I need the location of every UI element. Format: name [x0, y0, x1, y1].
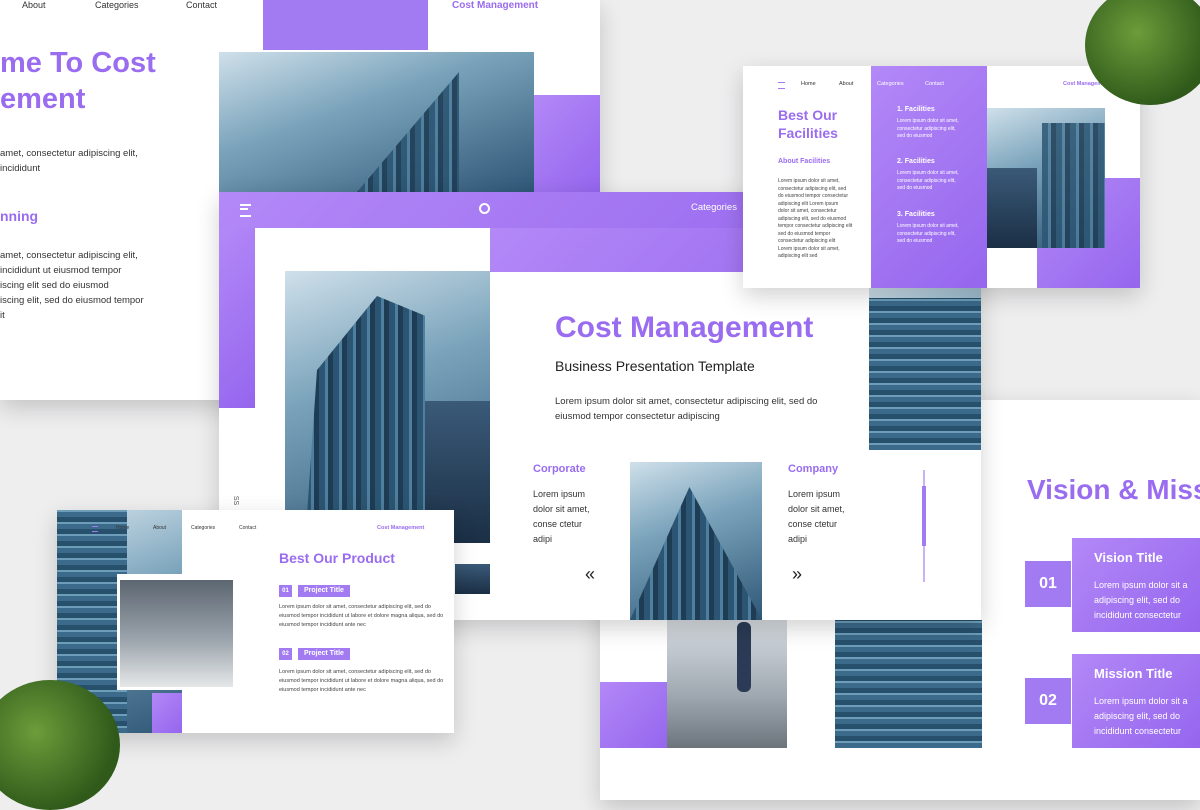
purple-block-bottom [600, 682, 667, 748]
corporate-title: Corporate [533, 463, 586, 475]
clock-icon[interactable] [479, 203, 490, 214]
company-text: Lorem ipsum dolor sit amet, conse ctetur… [788, 489, 845, 544]
menu-icon[interactable] [240, 204, 251, 217]
main-title: Cost Management [555, 311, 814, 344]
mission-text: Lorem ipsum dolor sit a adipiscing elit,… [1094, 696, 1188, 736]
mission-card: Mission Title Lorem ipsum dolor sit a ad… [1072, 654, 1200, 748]
nav-about[interactable]: About [839, 81, 853, 87]
vision-card: Vision Title Lorem ipsum dolor sit a adi… [1072, 538, 1200, 632]
photo-tower-perspective [630, 462, 762, 620]
product-item-1-text: Lorem ipsum dolor sit amet, consectetur … [279, 604, 444, 628]
planning-heading: nning [0, 208, 39, 224]
vision-heading: Vision & Miss [1027, 474, 1200, 505]
product-item-1-number: 01 [279, 585, 292, 597]
mission-title: Mission Title [1094, 666, 1173, 681]
company-title: Company [788, 463, 839, 475]
brand-label: Cost Management [452, 0, 539, 11]
about-facilities-label: About Facilities [778, 158, 831, 165]
menu-icon[interactable] [92, 526, 98, 532]
purple-block-top [263, 0, 428, 50]
office-frame [117, 574, 239, 690]
photo-tower-curve [219, 52, 534, 192]
photo-skyscraper-main [285, 271, 490, 543]
product-title: Best Our Product [279, 550, 395, 566]
photo-building-grid [869, 288, 981, 450]
facility-item-1: 1. Facilities Lorem ipsum dolor sit amet… [897, 106, 959, 139]
main-description: Lorem ipsum dolor sit amet, consectetur … [555, 396, 818, 422]
vision-number: 01 [1025, 561, 1071, 607]
product-item-2-text: Lorem ipsum dolor sit amet, consectetur … [279, 669, 444, 693]
facility-item-3: 3. Facilities Lorem ipsum dolor sit amet… [897, 211, 959, 244]
main-subtitle: Business Presentation Template [555, 358, 755, 374]
vision-title: Vision Title [1094, 550, 1163, 565]
menu-icon[interactable] [778, 82, 785, 89]
product-item-2-header: 02 Project Title [279, 648, 350, 660]
nav-categories[interactable]: Categories [877, 81, 904, 87]
product-item-1-label: Project Title [298, 585, 350, 597]
nav-contact[interactable]: Contact [239, 525, 256, 531]
brand-label: Cost Management [377, 525, 425, 531]
slide-product: Home About Categories Contact Cost Manag… [57, 510, 454, 733]
nav-categories[interactable]: Categories [95, 0, 139, 10]
photo-walking-person [667, 620, 787, 748]
product-purple-block [152, 693, 182, 733]
photo-glass-tower [835, 620, 982, 748]
planning-text: amet, consectetur adipiscing elit, incid… [0, 250, 144, 321]
nav-home[interactable]: Home [116, 525, 129, 531]
nav-about[interactable]: About [22, 0, 46, 10]
nav-about[interactable]: About [153, 525, 166, 531]
next-arrow-icon[interactable]: » [792, 564, 802, 585]
side-vertical-text: SS [232, 495, 240, 506]
slider-thumb[interactable] [922, 486, 926, 546]
nav-categories-main[interactable]: Categories [691, 202, 737, 213]
facility-item-2: 2. Facilities Lorem ipsum dolor sit amet… [897, 158, 959, 191]
slider-track[interactable] [922, 470, 926, 582]
facilities-title: Best Our Facilities [778, 107, 838, 141]
welcome-text: amet, consectetur adipiscing elit, incid… [0, 148, 138, 174]
welcome-heading: me To Cost ement [0, 47, 156, 115]
photo-office [120, 580, 233, 687]
slide-facilities: Home About Categories Contact Cost Manag… [743, 66, 1140, 288]
main-left-bar [219, 228, 255, 408]
corporate-text: Lorem ipsum dolor sit amet, conse ctetur… [533, 489, 590, 544]
nav-home[interactable]: Home [801, 81, 816, 87]
nav-categories[interactable]: Categories [191, 525, 215, 531]
product-item-1-header: 01 Project Title [279, 585, 350, 597]
mission-number: 02 [1025, 678, 1071, 724]
product-item-2-label: Project Title [298, 648, 350, 660]
vision-text: Lorem ipsum dolor sit a adipiscing elit,… [1094, 580, 1188, 620]
prev-arrow-icon[interactable]: « [585, 564, 595, 585]
purple-block-right [534, 95, 600, 192]
photo-dark-towers [987, 108, 1105, 248]
product-item-2-number: 02 [279, 648, 292, 660]
nav-contact[interactable]: Contact [925, 81, 944, 87]
nav-contact[interactable]: Contact [186, 0, 217, 10]
photo-strip [455, 564, 490, 594]
about-facilities-text: Lorem ipsum dolor sit amet, consectetur … [778, 178, 853, 259]
